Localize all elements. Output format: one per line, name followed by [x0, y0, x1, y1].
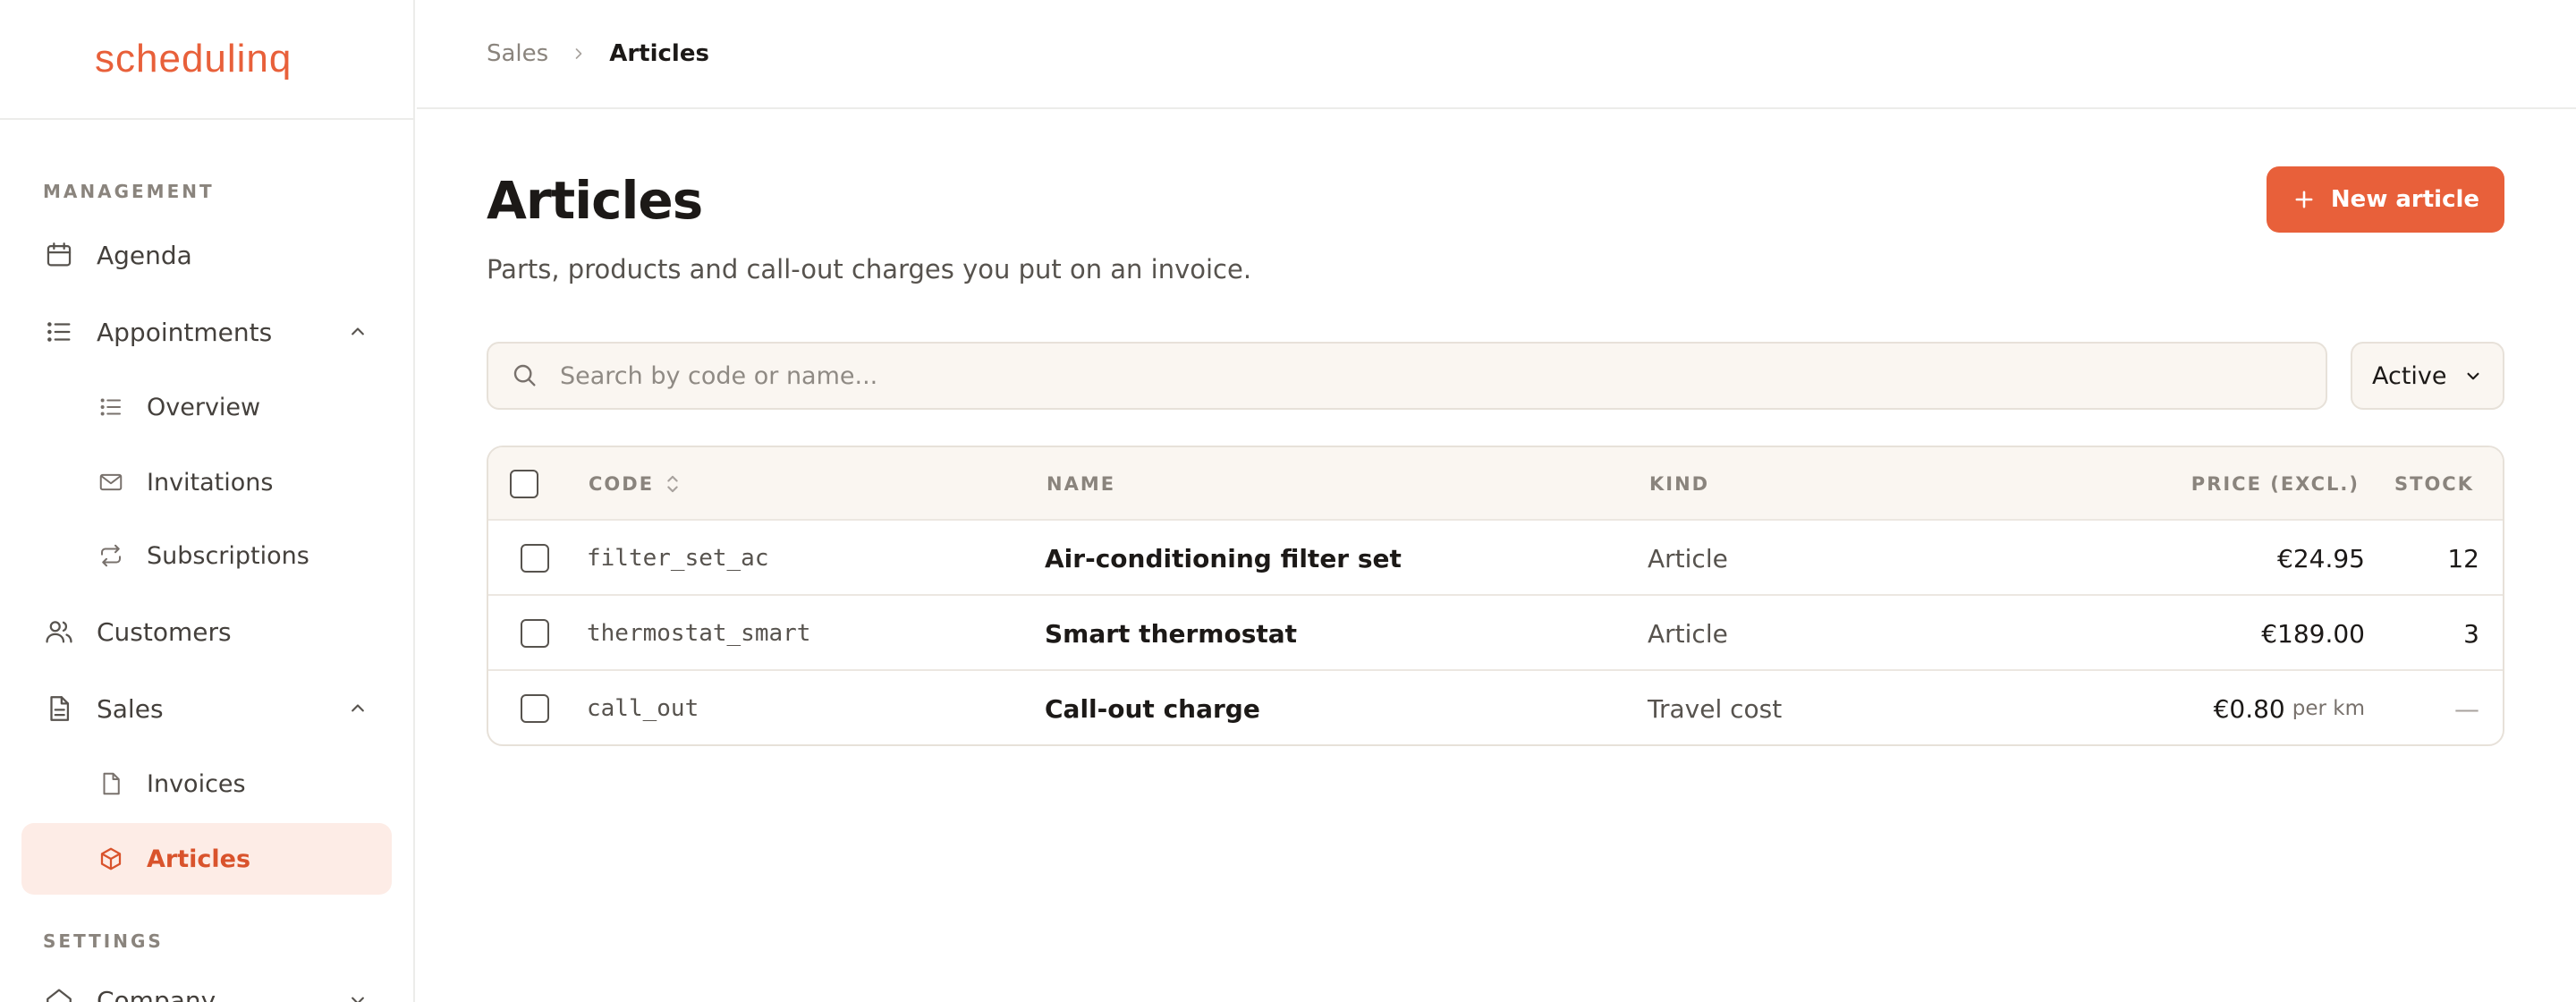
cell-kind: Article [1648, 618, 1728, 649]
cell-code: call_out [587, 695, 699, 722]
cell-price: €24.95 [2055, 521, 2365, 596]
row-checkbox[interactable] [521, 694, 549, 723]
price-unit: per km [2292, 697, 2365, 720]
row-checkbox[interactable] [521, 544, 549, 573]
breadcrumb: Sales Articles [417, 0, 2576, 109]
section-label-settings: SETTINGS [43, 930, 164, 952]
cell-stock: 3 [2463, 618, 2479, 649]
cell-price: €189.00 [2055, 596, 2365, 671]
row-checkbox-cell [521, 596, 549, 671]
sidebar-item-articles[interactable]: Articles [21, 823, 392, 895]
sort-icon [663, 471, 682, 497]
home-icon [43, 984, 75, 1002]
sidebar-item-overview[interactable]: Overview [21, 371, 392, 443]
cell-code: filter_set_ac [587, 545, 769, 572]
mail-icon [97, 468, 125, 497]
table-row[interactable]: call_out Call-out charge Travel cost €0.… [488, 671, 2503, 744]
sidebar-item-label: Invoices [147, 769, 246, 798]
breadcrumb-current: Articles [609, 40, 709, 67]
table-header: CODE NAME KIND PRICE (EXCL.) STOCK [488, 447, 2503, 521]
search-box[interactable] [487, 342, 2327, 410]
list-icon [97, 393, 125, 421]
chevron-up-icon[interactable] [345, 696, 370, 721]
box-icon [97, 845, 125, 873]
sidebar-item-agenda[interactable]: Agenda [21, 219, 392, 291]
sidebar-item-invitations[interactable]: Invitations [21, 446, 392, 518]
list-icon [43, 316, 75, 348]
section-label-management: MANAGEMENT [43, 181, 215, 202]
sidebar-item-sales[interactable]: Sales [21, 673, 392, 744]
sidebar-item-label: Overview [147, 393, 261, 421]
status-filter-value: Active [2372, 361, 2447, 390]
users-icon [43, 616, 75, 648]
select-all-cell [510, 447, 538, 521]
sidebar-item-customers[interactable]: Customers [21, 596, 392, 667]
row-checkbox-cell [521, 671, 549, 744]
cell-kind: Travel cost [1648, 693, 1783, 724]
price-value: €24.95 [2277, 543, 2365, 573]
sidebar-item-label: Sales [97, 693, 164, 724]
page-subtitle: Parts, products and call-out charges you… [487, 254, 1252, 284]
logo[interactable]: schedulinq [95, 37, 292, 81]
document-icon [43, 692, 75, 725]
sidebar-item-label: Company [97, 985, 216, 1002]
sidebar: schedulinq MANAGEMENT Agenda Appointment… [0, 0, 415, 1002]
chevron-down-icon [2462, 364, 2485, 387]
sidebar-item-company[interactable]: Company [21, 964, 392, 1002]
column-header-name[interactable]: NAME [1046, 447, 1115, 521]
sidebar-item-invoices[interactable]: Invoices [21, 748, 392, 819]
sidebar-item-label: Articles [147, 845, 251, 873]
repeat-icon [97, 541, 125, 570]
sidebar-item-label: Appointments [97, 317, 273, 347]
table-row[interactable]: filter_set_ac Air-conditioning filter se… [488, 521, 2503, 596]
price-value: €0.80 [2213, 693, 2285, 724]
sidebar-item-label: Invitations [147, 468, 274, 497]
sidebar-item-label: Agenda [97, 240, 192, 270]
chevron-up-icon[interactable] [345, 319, 370, 344]
sidebar-item-label: Customers [97, 616, 232, 647]
column-header-stock[interactable]: STOCK [2376, 447, 2474, 521]
column-header-price[interactable]: PRICE (EXCL.) [2055, 447, 2360, 521]
articles-table: CODE NAME KIND PRICE (EXCL.) STOCK filte… [487, 446, 2504, 746]
logo-area: schedulinq [0, 0, 413, 120]
breadcrumb-parent[interactable]: Sales [487, 40, 548, 67]
cell-name[interactable]: Call-out charge [1045, 671, 1260, 744]
page-title: Articles [487, 170, 703, 231]
sidebar-item-subscriptions[interactable]: Subscriptions [21, 520, 392, 591]
cell-stock: — [2454, 693, 2479, 724]
cell-code: thermostat_smart [587, 620, 811, 647]
sidebar-item-appointments[interactable]: Appointments [21, 296, 392, 368]
chevron-down-icon[interactable] [345, 988, 370, 1002]
column-header-kind[interactable]: KIND [1649, 447, 1709, 521]
new-article-label: New article [2330, 186, 2480, 213]
search-icon [510, 361, 540, 391]
cell-kind: Article [1648, 543, 1728, 573]
column-header-code[interactable]: CODE [589, 447, 682, 521]
column-header-label: CODE [589, 473, 655, 495]
cell-name[interactable]: Smart thermostat [1045, 596, 1297, 671]
calendar-icon [43, 239, 75, 271]
cell-stock: 12 [2447, 543, 2479, 573]
plus-icon [2292, 187, 2317, 212]
cell-name[interactable]: Air-conditioning filter set [1045, 521, 1402, 596]
file-icon [97, 769, 125, 798]
row-checkbox-cell [521, 521, 549, 596]
select-all-checkbox[interactable] [510, 470, 538, 498]
status-filter-select[interactable]: Active [2351, 342, 2504, 410]
row-checkbox[interactable] [521, 619, 549, 648]
new-article-button[interactable]: New article [2267, 166, 2504, 233]
chevron-right-icon [570, 45, 588, 63]
sidebar-item-label: Subscriptions [147, 541, 309, 570]
table-row[interactable]: thermostat_smart Smart thermostat Articl… [488, 596, 2503, 671]
search-input[interactable] [560, 361, 2326, 390]
cell-price: €0.80 per km [2055, 671, 2365, 744]
price-value: €189.00 [2261, 618, 2365, 649]
